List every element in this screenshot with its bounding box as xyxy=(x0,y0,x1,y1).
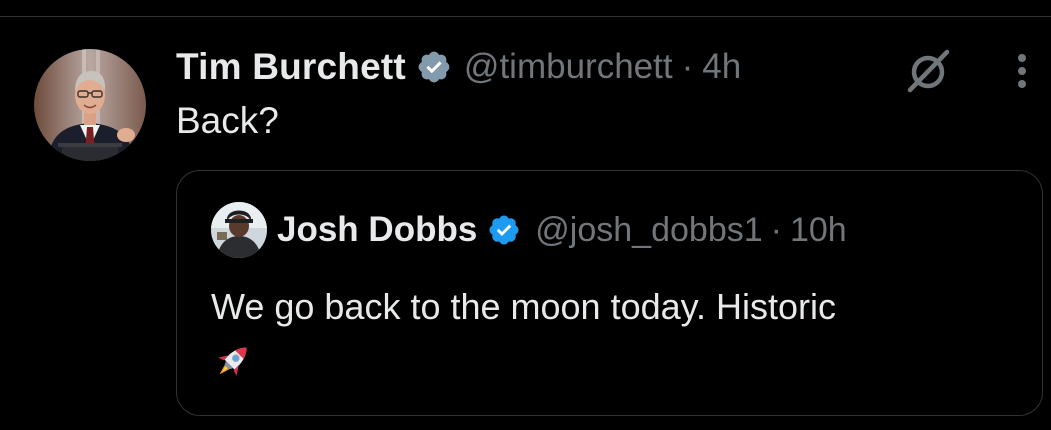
quote-author-avatar[interactable] xyxy=(211,202,267,258)
grok-icon[interactable] xyxy=(902,44,954,96)
quote-header: Josh Dobbs @josh_dobbs1 · 10h xyxy=(211,202,847,258)
verified-badge-icon[interactable] xyxy=(416,49,452,85)
quote-author-name[interactable]: Josh Dobbs xyxy=(277,210,477,250)
post-text: Back? xyxy=(176,100,279,141)
rocket-emoji-icon xyxy=(211,339,255,383)
quote-timestamp[interactable]: 10h xyxy=(790,211,847,250)
verified-badge-icon[interactable] xyxy=(487,213,521,247)
header-separator: · xyxy=(681,47,694,86)
author-name[interactable]: Tim Burchett xyxy=(176,46,406,88)
quote-text: We go back to the moon today. Historic xyxy=(211,286,836,327)
top-divider xyxy=(0,16,1051,17)
author-avatar[interactable] xyxy=(34,49,146,161)
quote-text-block: We go back to the moon today. Historic xyxy=(211,281,1011,385)
post-header: Tim Burchett @timburchett · 4h xyxy=(176,44,741,90)
avatar-image xyxy=(34,49,146,161)
quote-header-separator: · xyxy=(770,210,782,249)
more-vertical-icon[interactable] xyxy=(1004,50,1040,92)
author-handle[interactable]: @timburchett xyxy=(464,47,673,87)
post-timestamp[interactable]: 4h xyxy=(702,47,741,87)
quoted-post-card[interactable]: Josh Dobbs @josh_dobbs1 · 10h We go back… xyxy=(176,170,1043,416)
quote-author-handle[interactable]: @josh_dobbs1 xyxy=(535,211,762,250)
